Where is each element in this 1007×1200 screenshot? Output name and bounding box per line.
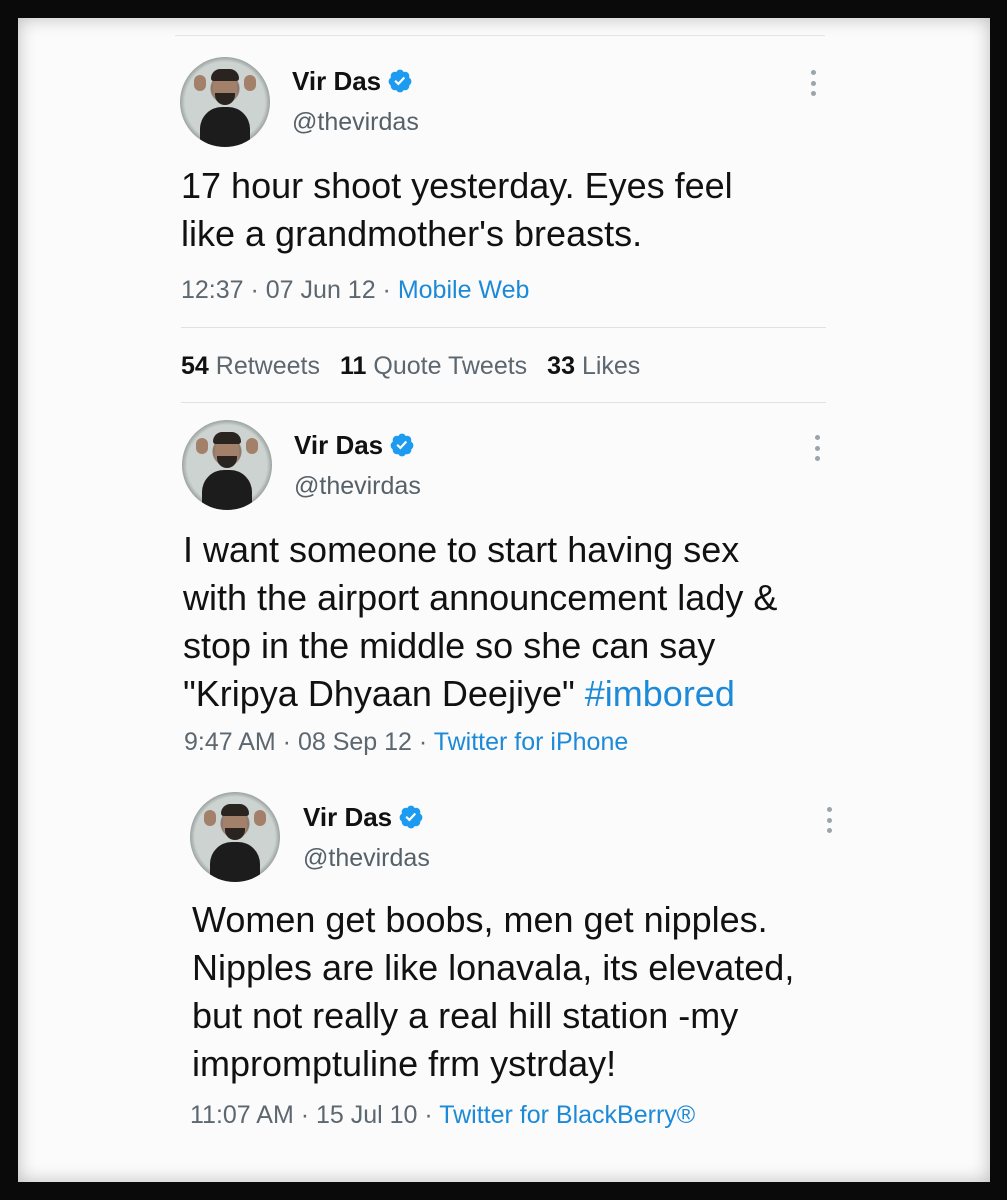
tweet-text: 17 hour shoot yesterday. Eyes feel like … [181, 165, 733, 254]
author-handle[interactable]: @thevirdas [294, 472, 421, 501]
divider [181, 402, 826, 403]
retweets-stat[interactable]: 54 Retweets [181, 352, 320, 380]
more-options-icon[interactable] [826, 807, 832, 833]
verified-badge-icon [390, 433, 414, 457]
hashtag-link[interactable]: #imbored [585, 673, 735, 714]
tweet-source-link[interactable]: Twitter for iPhone [434, 728, 629, 756]
divider [181, 327, 826, 328]
author-handle[interactable]: @thevirdas [292, 108, 419, 137]
tweet-time[interactable]: 12:37 [181, 276, 244, 304]
tweet-date[interactable]: 15 Jul 10 [316, 1101, 417, 1129]
tweet-meta: 9:47 AM · 08 Sep 12 · Twitter for iPhone [184, 728, 629, 756]
verified-badge-icon [388, 69, 412, 93]
avatar[interactable] [190, 792, 280, 882]
author-handle[interactable]: @thevirdas [303, 844, 430, 873]
author-name[interactable]: Vir Das [292, 66, 413, 97]
tweet-meta: 12:37 · 07 Jun 12 · Mobile Web [181, 276, 530, 304]
engagement-stats: 54 Retweets 11 Quote Tweets 33 Likes [181, 352, 640, 381]
avatar[interactable] [182, 420, 272, 510]
author-name[interactable]: Vir Das [294, 430, 415, 461]
quote-tweets-stat[interactable]: 11 Quote Tweets [340, 352, 527, 380]
tweet-time[interactable]: 11:07 AM [190, 1101, 294, 1129]
tweet-text: Women get boobs, men get nipples. Nipple… [192, 899, 795, 1084]
author-name[interactable]: Vir Das [303, 802, 424, 833]
tweet-meta: 11:07 AM · 15 Jul 10 · Twitter for Black… [190, 1101, 696, 1129]
tweet-time[interactable]: 9:47 AM [184, 728, 276, 756]
likes-stat[interactable]: 33 Likes [547, 352, 640, 380]
avatar[interactable] [180, 57, 270, 147]
tweet-text: I want someone to start having sex with … [183, 529, 778, 714]
tweet-date[interactable]: 07 Jun 12 [266, 276, 376, 304]
tweet-date[interactable]: 08 Sep 12 [298, 728, 412, 756]
verified-badge-icon [399, 805, 423, 829]
tweet-source-link[interactable]: Mobile Web [398, 276, 530, 304]
more-options-icon[interactable] [810, 70, 816, 96]
tweet-source-link[interactable]: Twitter for BlackBerry® [439, 1101, 695, 1129]
more-options-icon[interactable] [814, 435, 820, 461]
top-divider [175, 35, 825, 36]
